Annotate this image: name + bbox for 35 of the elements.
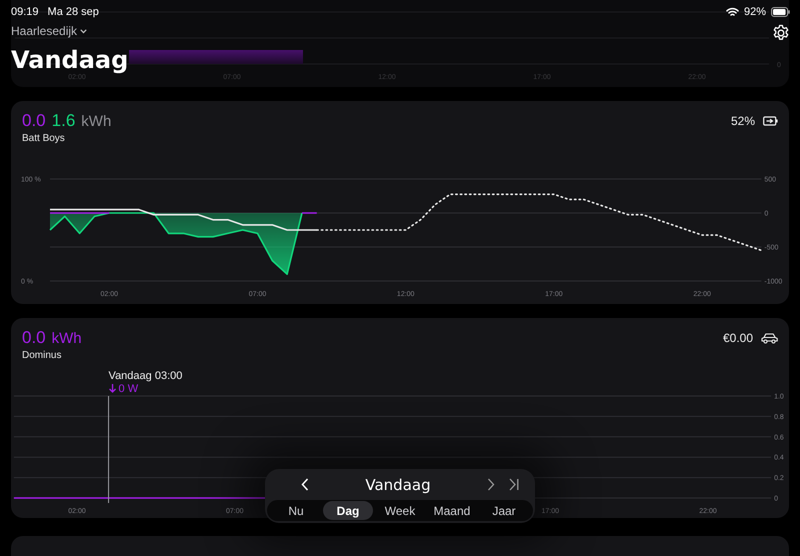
unit-label: kWh bbox=[81, 112, 112, 132]
cost-value: €0.00 bbox=[722, 331, 753, 345]
status-time: 09:19 bbox=[11, 6, 39, 18]
location-name[interactable]: Haarlesedijk bbox=[11, 24, 78, 38]
battery-percentage: 52% bbox=[730, 114, 755, 128]
chevron-left-icon bbox=[301, 478, 309, 491]
reading-value: 0.0 bbox=[22, 327, 46, 349]
chevron-right-icon bbox=[487, 478, 495, 491]
tooltip-value: 0 W bbox=[118, 383, 138, 395]
period-tab[interactable]: Maand bbox=[427, 501, 477, 520]
tooltip-time: Vandaag 03:00 bbox=[108, 370, 182, 382]
chevron-down-icon[interactable] bbox=[80, 28, 88, 34]
device-name: Batt Boys bbox=[22, 133, 66, 145]
battery-percentage: 92% bbox=[744, 6, 766, 18]
previous-button[interactable] bbox=[301, 478, 309, 491]
period-tab[interactable]: Nu bbox=[271, 501, 321, 520]
settings-icon[interactable] bbox=[772, 24, 790, 42]
battery-icon bbox=[771, 7, 790, 17]
car-icon bbox=[761, 332, 778, 344]
unit-label: kWh bbox=[52, 329, 82, 349]
arrow-down-icon bbox=[108, 383, 116, 393]
reading-value: 0.0 bbox=[22, 110, 46, 132]
status-date: Ma 28 sep bbox=[48, 6, 99, 18]
next-button[interactable] bbox=[487, 478, 495, 491]
skip-to-end-button[interactable] bbox=[509, 478, 519, 491]
period-tab[interactable]: Jaar bbox=[479, 501, 529, 520]
device-name: Dominus bbox=[22, 350, 62, 362]
page-title: Vandaag bbox=[11, 45, 128, 74]
skip-end-icon bbox=[509, 478, 519, 491]
period-title[interactable]: Vandaag bbox=[309, 476, 487, 494]
reading-value: 1.6 bbox=[52, 110, 76, 132]
battery-charging-icon bbox=[763, 116, 778, 126]
period-tab[interactable]: Week bbox=[375, 501, 425, 520]
period-tab[interactable]: Dag bbox=[323, 501, 373, 520]
wifi-icon bbox=[726, 7, 739, 17]
